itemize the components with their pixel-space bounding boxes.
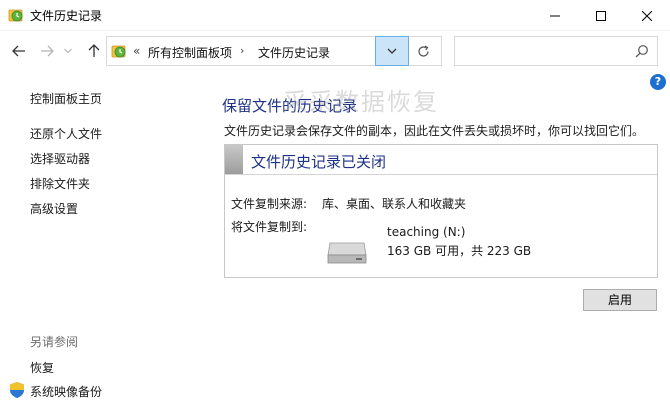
sidebar-select-drive[interactable]: 选择驱动器 xyxy=(30,150,90,167)
title-bar: 文件历史记录 xyxy=(0,0,670,31)
search-icon xyxy=(635,45,648,58)
breadcrumb-overflow[interactable]: « xyxy=(133,44,140,58)
status-panel-header: 文件历史记录已关闭 xyxy=(225,145,657,175)
arrow-left-icon xyxy=(12,45,25,57)
maximize-button[interactable] xyxy=(578,0,624,31)
close-button[interactable] xyxy=(624,0,670,31)
help-icon[interactable]: ? xyxy=(650,74,666,90)
chevron-down-icon xyxy=(387,48,397,54)
forward-button[interactable] xyxy=(37,41,57,61)
enable-button[interactable]: 启用 xyxy=(583,289,657,311)
file-history-icon xyxy=(8,9,23,22)
navigation-bar: « 所有控制面板项 › 文件历史记录 xyxy=(0,31,670,71)
address-bar[interactable]: « 所有控制面板项 › 文件历史记录 xyxy=(106,36,442,66)
refresh-icon xyxy=(417,44,429,57)
see-also-system-image-backup[interactable]: 系统映像备份 xyxy=(30,383,102,400)
chevron-down-icon xyxy=(64,48,72,54)
window-title: 文件历史记录 xyxy=(30,9,103,23)
status-indicator-bar xyxy=(225,145,243,174)
sidebar-exclude-folders[interactable]: 排除文件夹 xyxy=(30,175,90,192)
copy-destination-label: 将文件复制到: xyxy=(231,220,308,234)
address-dropdown-button[interactable] xyxy=(375,36,409,66)
file-history-icon xyxy=(111,45,126,58)
search-box[interactable] xyxy=(454,36,658,66)
hard-drive-icon xyxy=(327,242,367,264)
recent-locations-button[interactable] xyxy=(61,41,75,61)
see-also-recovery[interactable]: 恢复 xyxy=(30,359,54,376)
drive-name: teaching (N:) xyxy=(387,225,466,239)
breadcrumb-all-control-panel-items[interactable]: 所有控制面板项 xyxy=(148,44,232,61)
minimize-button[interactable] xyxy=(532,0,578,31)
page-title: 保留文件的历史记录 xyxy=(222,97,358,115)
back-button[interactable] xyxy=(9,41,29,61)
uac-shield-icon xyxy=(10,382,24,398)
breadcrumb-file-history[interactable]: 文件历史记录 xyxy=(258,44,330,61)
refresh-button[interactable] xyxy=(413,41,433,61)
arrow-right-icon xyxy=(41,45,54,57)
minimize-icon xyxy=(550,15,560,16)
up-button[interactable] xyxy=(84,41,104,61)
arrow-up-icon xyxy=(88,44,100,57)
status-panel: 文件历史记录已关闭 文件复制来源: 库、桌面、联系人和收藏夹 将文件复制到: t… xyxy=(224,144,658,278)
sidebar-control-panel-home[interactable]: 控制面板主页 xyxy=(30,90,102,107)
see-also-heading: 另请参阅 xyxy=(30,335,79,349)
page-description: 文件历史记录会保存文件的副本，因此在文件丢失或损坏时，你可以找回它们。 xyxy=(224,124,645,138)
drive-space: 163 GB 可用，共 223 GB xyxy=(387,244,532,258)
sidebar-advanced-settings[interactable]: 高级设置 xyxy=(30,200,78,217)
copy-source-label: 文件复制来源: xyxy=(231,197,308,211)
breadcrumb-separator[interactable]: › xyxy=(240,44,244,57)
close-icon xyxy=(642,10,652,21)
copy-source-value: 库、桌面、联系人和收藏夹 xyxy=(322,197,467,211)
sidebar-restore-personal-files[interactable]: 还原个人文件 xyxy=(30,125,102,142)
status-title: 文件历史记录已关闭 xyxy=(251,153,387,171)
maximize-icon xyxy=(596,10,606,21)
